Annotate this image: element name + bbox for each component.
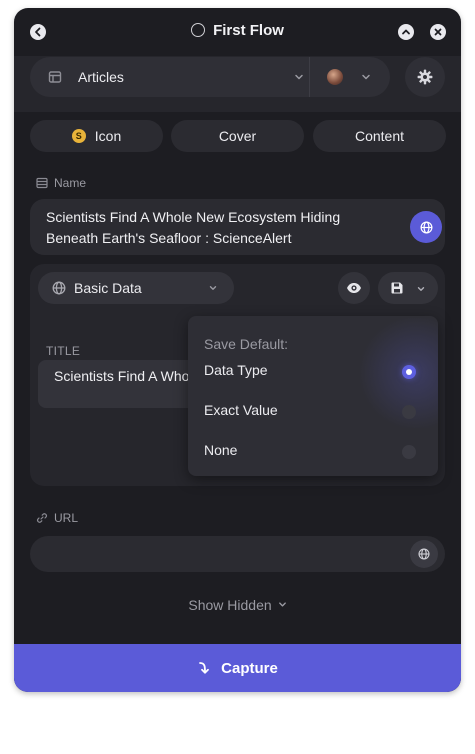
- divider: [309, 57, 310, 97]
- link-icon: [37, 513, 47, 523]
- database-bar: Articles: [14, 56, 461, 112]
- avatar[interactable]: [327, 69, 343, 85]
- collapse-icon: [402, 29, 410, 35]
- capture-label: Capture: [221, 659, 278, 677]
- tab-label: Icon: [94, 128, 122, 144]
- chevron-down-icon: [278, 602, 286, 607]
- globe-icon: [418, 548, 430, 560]
- name-value[interactable]: Scientists Find A Whole New Ecosystem Hi…: [46, 207, 386, 249]
- chevron-down-icon: [295, 74, 303, 80]
- tab-label: Content: [354, 128, 405, 144]
- collapse-button[interactable]: [398, 24, 414, 40]
- radio-unselected[interactable]: [402, 445, 416, 459]
- window-title: First Flow: [14, 22, 461, 39]
- tab-cover[interactable]: Cover: [171, 120, 304, 152]
- property-group-label: Basic Data: [74, 280, 142, 296]
- tab-content[interactable]: Content: [313, 120, 446, 152]
- title-value[interactable]: Scientists Find A Whole New Ecosystem Hi…: [54, 368, 198, 385]
- menu-header: Save Default:: [204, 336, 289, 352]
- visibility-button[interactable]: [338, 272, 370, 304]
- chevron-down-icon[interactable]: [360, 71, 372, 83]
- close-button[interactable]: [430, 24, 446, 40]
- url-label-text: URL: [54, 511, 79, 525]
- globe-button[interactable]: [410, 211, 442, 243]
- chevron-down-icon: [209, 286, 217, 290]
- close-icon: [434, 28, 442, 36]
- capture-icon: [199, 662, 210, 674]
- name-label-text: Name: [54, 176, 87, 190]
- title-field[interactable]: Scientists Find A Whole New Ecosystem Hi…: [38, 360, 198, 408]
- save-default-button[interactable]: [378, 272, 438, 304]
- tab-label: Cover: [218, 128, 257, 144]
- status-circle-icon: [191, 23, 206, 37]
- menu-option-none[interactable]: None: [204, 442, 422, 466]
- name-field[interactable]: Scientists Find A Whole New Ecosystem Hi…: [30, 199, 445, 255]
- show-hidden-label: Show Hidden: [188, 597, 272, 613]
- globe-icon: [52, 281, 66, 295]
- capture-button[interactable]: Capture: [14, 644, 461, 692]
- chevron-down-icon: [417, 287, 425, 291]
- name-label: Name: [36, 176, 86, 190]
- coin-icon: S: [71, 129, 86, 143]
- globe-icon: [420, 221, 432, 233]
- name-field-icon: [36, 177, 48, 189]
- tab-bar: S Icon Cover Content: [30, 120, 446, 152]
- menu-option-label: Exact Value: [204, 402, 278, 418]
- radio-selected[interactable]: [402, 365, 416, 379]
- title-bar: First Flow: [14, 8, 461, 56]
- save-icon: [391, 282, 403, 294]
- menu-option-exact-value[interactable]: Exact Value: [204, 402, 422, 426]
- window-title-text: First Flow: [213, 22, 284, 39]
- url-field[interactable]: [30, 536, 445, 572]
- save-default-menu: Save Default: Data Type Exact Value None: [188, 316, 438, 476]
- menu-option-label: None: [204, 442, 238, 458]
- database-select[interactable]: Articles: [30, 57, 390, 97]
- radio-unselected[interactable]: [402, 405, 416, 419]
- database-icon: [48, 71, 62, 83]
- tab-icon[interactable]: S Icon: [30, 120, 163, 152]
- title-label: TITLE: [46, 344, 81, 358]
- eye-icon: [347, 283, 361, 293]
- globe-button[interactable]: [410, 540, 438, 568]
- url-label: URL: [36, 511, 78, 525]
- database-name: Articles: [78, 69, 124, 85]
- show-hidden-toggle[interactable]: Show Hidden: [14, 597, 461, 613]
- menu-option-label: Data Type: [204, 362, 268, 378]
- app-window: First Flow Articles S Icon Cover Content…: [14, 8, 461, 692]
- settings-button[interactable]: [405, 57, 445, 97]
- gear-icon: [417, 69, 433, 85]
- menu-option-data-type[interactable]: Data Type: [204, 362, 422, 386]
- property-group-select[interactable]: Basic Data: [38, 272, 234, 304]
